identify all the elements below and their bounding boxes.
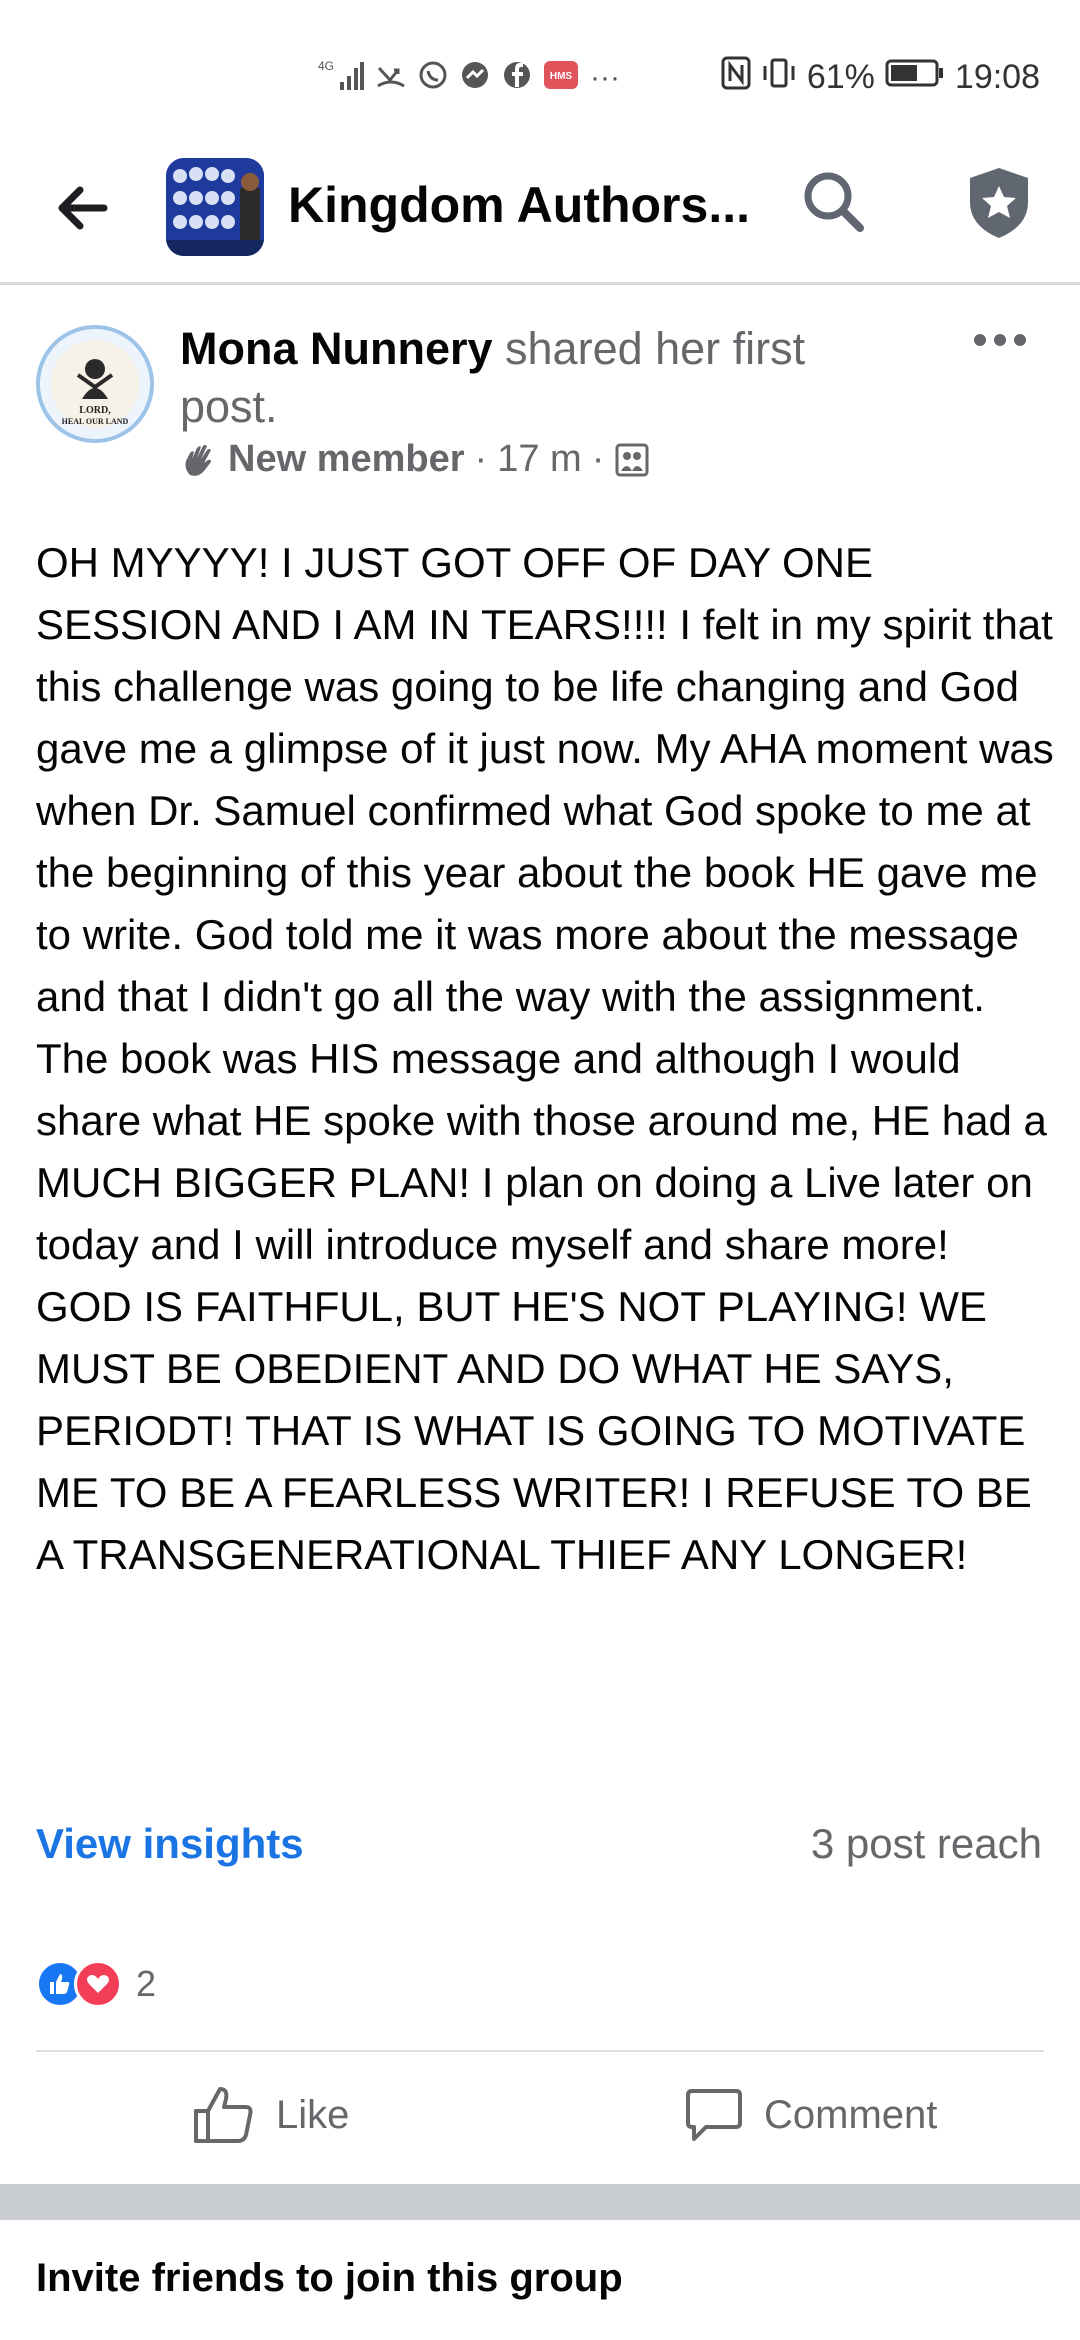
love-reaction-icon <box>74 1960 122 2008</box>
group-audience-icon <box>615 443 649 476</box>
action-divider <box>36 2050 1044 2052</box>
svg-text:HEAL OUR LAND: HEAL OUR LAND <box>62 417 129 426</box>
author-avatar[interactable]: LORD, HEAL OUR LAND <box>36 325 154 443</box>
clock: 19:08 <box>954 58 1040 96</box>
svg-text:LORD,: LORD, <box>79 405 111 416</box>
group-header: Kingdom Authors... <box>0 150 1080 285</box>
admin-tools-button[interactable] <box>964 164 1034 242</box>
post-reach-count: 3 post reach <box>810 1820 1042 1867</box>
view-insights-link[interactable]: View insights <box>36 1820 304 1868</box>
post-more-button[interactable] <box>970 330 1030 350</box>
like-button[interactable]: Like <box>192 2085 349 2145</box>
search-button[interactable] <box>798 166 870 238</box>
more-horizontal-icon <box>974 334 1026 346</box>
search-icon <box>804 172 864 232</box>
group-cover-thumbnail[interactable] <box>166 158 264 256</box>
reaction-count: 2 <box>136 1963 157 2004</box>
wave-hand-icon <box>185 444 211 476</box>
battery-percent: 61% <box>806 58 875 96</box>
meta-separator: · <box>474 438 488 480</box>
post-text: OH MYYYY! I JUST GOT OFF OF DAY ONE SESS… <box>36 539 1054 1578</box>
vibrate-icon <box>761 56 797 99</box>
status-notification-icons: 4G HMS ··· <box>318 58 620 97</box>
more-notifications-indicator: ··· <box>590 60 620 94</box>
post-meta: New member · 17 m · <box>180 438 650 481</box>
nfc-icon <box>721 56 751 99</box>
comment-label: Comment <box>764 2092 938 2137</box>
status-system-icons: 61% 19:08 <box>721 56 1040 99</box>
arrow-left-icon <box>58 186 108 230</box>
shield-star-icon <box>970 168 1028 238</box>
messenger-icon <box>460 60 490 95</box>
group-title[interactable]: Kingdom Authors... <box>288 176 750 234</box>
like-label: Like <box>276 2092 350 2137</box>
status-bar: 4G HMS ··· 61% 19:08 <box>0 0 1080 150</box>
feed-separator <box>0 2184 1080 2220</box>
thumbs-up-icon <box>194 2087 253 2143</box>
new-member-badge[interactable]: New member <box>228 438 465 481</box>
signal-icon: 4G <box>318 58 364 97</box>
author-name[interactable]: Mona Nunnery <box>180 323 493 374</box>
comment-button[interactable]: Comment <box>684 2085 937 2145</box>
post-timestamp[interactable]: 17 m <box>497 438 581 481</box>
missed-call-icon <box>376 60 406 95</box>
reactions-summary[interactable]: 2 <box>36 1960 156 2008</box>
meta-separator: · <box>591 438 605 480</box>
battery-icon <box>885 58 945 97</box>
facebook-icon <box>502 60 532 95</box>
post-author-line: Mona Nunnery shared her first post. <box>180 320 880 436</box>
svg-text:HMS: HMS <box>550 71 573 82</box>
whatsapp-icon <box>418 60 448 95</box>
svg-text:4G: 4G <box>318 59 334 73</box>
comment-bubble-icon <box>686 2089 742 2141</box>
back-button[interactable] <box>52 178 112 238</box>
hms-app-icon: HMS <box>544 60 578 95</box>
invite-friends-heading[interactable]: Invite friends to join this group <box>36 2256 623 2301</box>
